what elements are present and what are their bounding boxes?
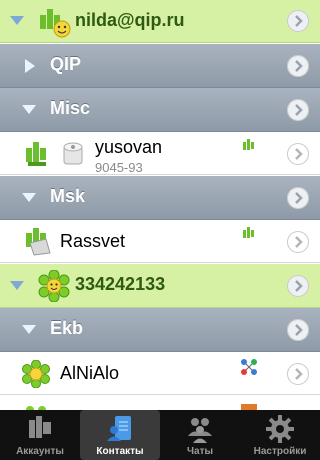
icq-flower-icon <box>38 270 70 302</box>
disclosure-button[interactable] <box>287 143 309 165</box>
group-name: Ekb <box>50 318 84 338</box>
qip-client-icon <box>243 227 254 238</box>
qip-client-icon <box>243 139 254 150</box>
chevron-right-icon <box>295 324 303 336</box>
tab-label: Контакты <box>96 446 144 457</box>
chevron-right-icon <box>295 15 303 27</box>
disclosure-button[interactable] <box>287 55 309 77</box>
qip-away-icon <box>26 228 51 256</box>
qip-online-icon <box>26 142 46 166</box>
group-row-ekb[interactable]: Ekb <box>0 308 320 352</box>
qip-logo-icon <box>29 416 51 438</box>
contacts-icon <box>107 416 131 441</box>
disclosure-button[interactable] <box>287 99 309 121</box>
disclosure-button[interactable] <box>287 231 309 253</box>
disclosure-button[interactable] <box>287 363 309 385</box>
chevron-right-icon <box>295 368 303 380</box>
tab-label: Настройки <box>253 446 307 457</box>
contact-row-alnialo[interactable]: AlNiAlo <box>0 352 320 395</box>
group-row-msk[interactable]: Msk <box>0 176 320 220</box>
chats-icon <box>188 418 212 443</box>
group-row-qip[interactable]: QIP <box>0 44 320 88</box>
gear-icon <box>266 415 294 443</box>
chevron-right-icon <box>295 104 303 116</box>
chevron-right-icon <box>295 60 303 72</box>
contact-row-rassvet[interactable]: Rassvet <box>0 220 320 263</box>
contact-row-partial[interactable] <box>0 396 320 412</box>
disclosure-button[interactable] <box>287 275 309 297</box>
chevron-right-icon <box>295 148 303 160</box>
account-row-nilda[interactable]: nilda@qip.ru <box>0 0 320 43</box>
tab-accounts[interactable]: Аккаунты <box>0 410 80 460</box>
expand-triangle-icon <box>22 325 36 334</box>
tab-contacts[interactable]: Контакты <box>80 410 160 460</box>
chevron-right-icon <box>295 280 303 292</box>
disclosure-button[interactable] <box>287 187 309 209</box>
account-name: 334242133 <box>75 274 166 294</box>
tab-chats[interactable]: Чаты <box>160 410 240 460</box>
toilet-paper-icon <box>63 142 83 165</box>
disclosure-button[interactable] <box>287 10 309 32</box>
contact-row-yusovan[interactable]: yusovan 9045-93 <box>0 132 320 175</box>
contact-status-text: 9045-93 <box>95 160 143 175</box>
qip-status-icon <box>40 9 71 38</box>
expand-triangle-icon <box>10 281 24 290</box>
group-row-misc[interactable]: Misc <box>0 88 320 132</box>
collapsed-triangle-icon <box>25 59 35 73</box>
chevron-right-icon <box>295 192 303 204</box>
contact-name: AlNiAlo <box>60 363 120 383</box>
expand-triangle-icon <box>22 105 36 114</box>
group-name: QIP <box>50 54 82 74</box>
expand-triangle-icon <box>22 193 36 202</box>
tab-label: Чаты <box>186 446 214 457</box>
account-row-icq[interactable]: 334242133 <box>0 264 320 308</box>
tab-label: Аккаунты <box>16 446 64 457</box>
group-name: Msk <box>50 186 86 206</box>
group-name: Misc <box>50 98 91 118</box>
client-icon <box>241 404 257 410</box>
expand-triangle-icon <box>10 16 24 25</box>
tab-bar: Аккаунты Контакты Чаты Настройки <box>0 410 320 460</box>
contact-name: Rassvet <box>60 231 126 251</box>
icq-flower-icon <box>22 360 50 388</box>
chevron-right-icon <box>295 236 303 248</box>
client-molecule-icon <box>241 359 257 375</box>
account-name: nilda@qip.ru <box>75 10 185 30</box>
contact-name: yusovan <box>95 137 163 157</box>
disclosure-button[interactable] <box>287 319 309 341</box>
tab-settings[interactable]: Настройки <box>240 410 320 460</box>
